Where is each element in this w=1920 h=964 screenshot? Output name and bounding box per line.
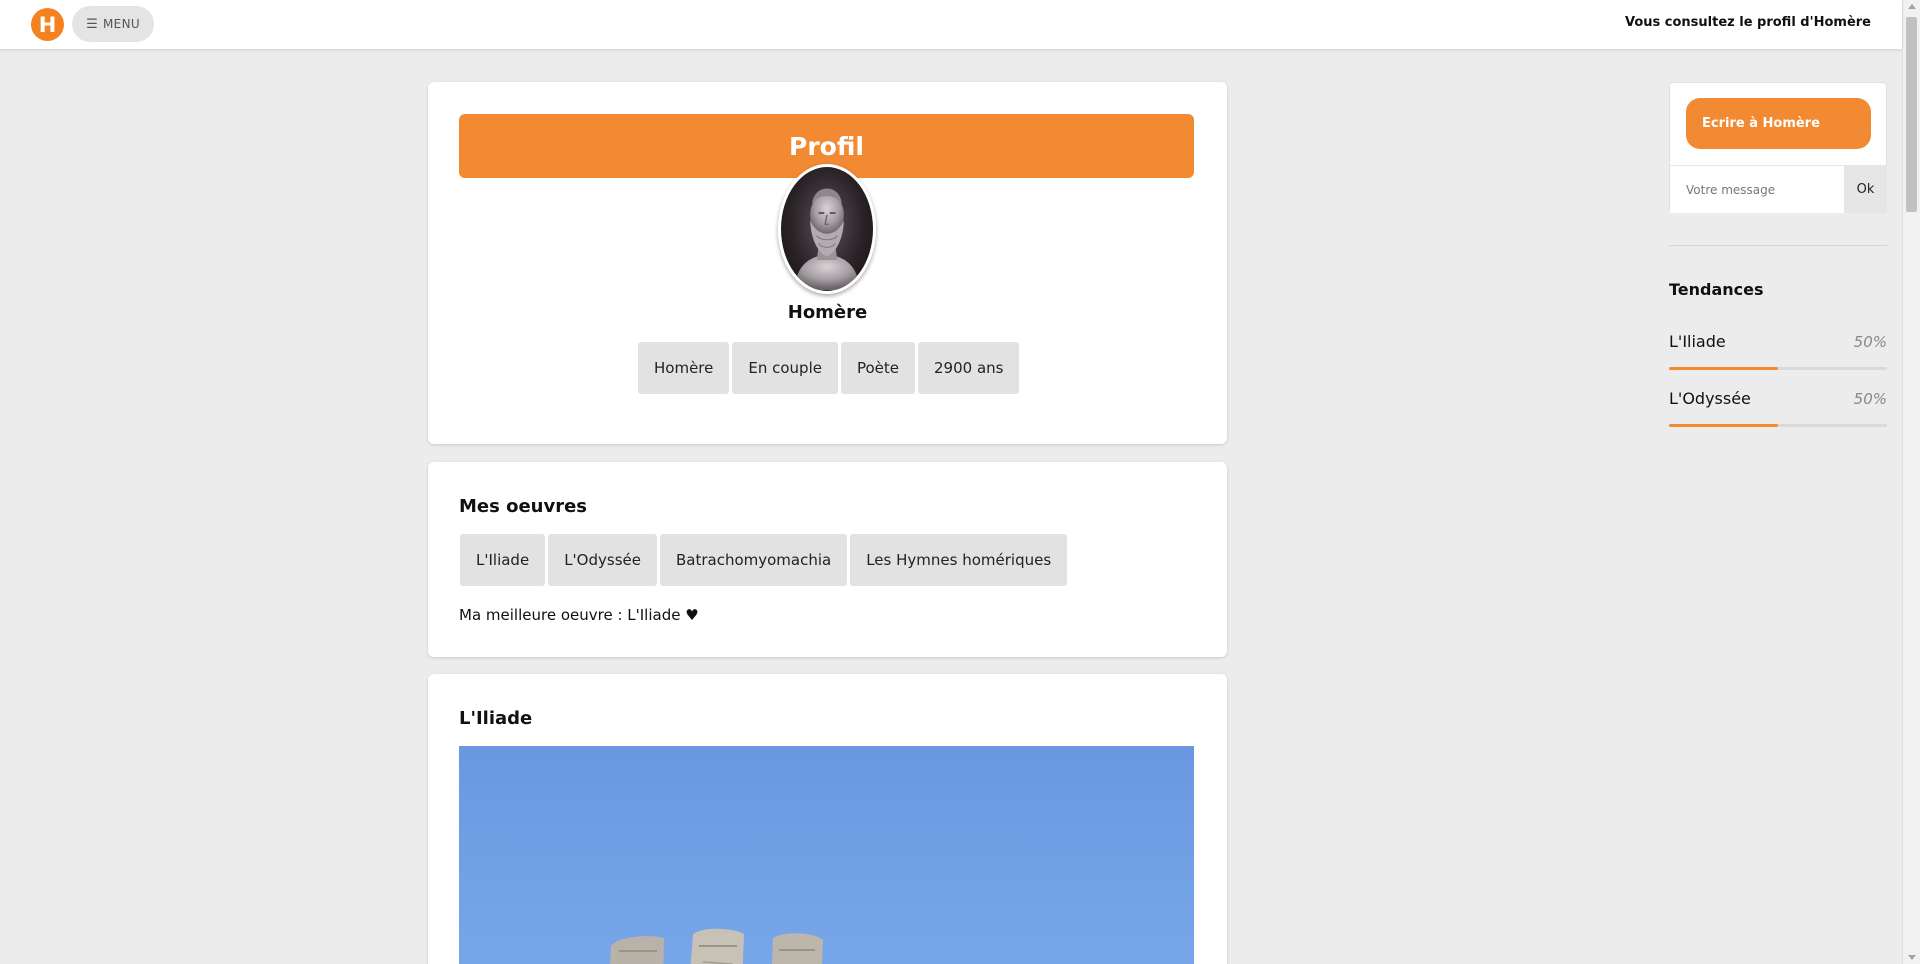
page-scrollbar[interactable]: [1902, 0, 1920, 964]
works-card: Mes oeuvres L'Iliade L'Odyssée Batrachom…: [428, 462, 1227, 657]
logo-letter: H: [38, 12, 57, 37]
trend-label: L'Odyssée: [1669, 389, 1751, 408]
trend-progress-track: [1669, 424, 1887, 427]
best-work-text: Ma meilleure oeuvre : L'Iliade ♥: [459, 606, 699, 624]
message-box: Ecrire à Homère Ok: [1669, 82, 1887, 213]
profile-card: Profil Homère Homère En couple Poète 290…: [428, 82, 1227, 444]
trend-progress-track: [1669, 367, 1887, 370]
scroll-down-icon[interactable]: [1908, 955, 1916, 960]
chip-name[interactable]: Homère: [638, 342, 730, 394]
trend-percent: 50%: [1853, 333, 1887, 351]
iliad-image: [459, 746, 1194, 964]
trend-progress-fill: [1669, 424, 1778, 427]
chip-age[interactable]: 2900 ans: [918, 342, 1020, 394]
scroll-thumb[interactable]: [1906, 17, 1917, 212]
chip-occupation[interactable]: Poète: [840, 342, 916, 394]
wooden-sculpture-image: [610, 928, 823, 964]
sidebar-divider: [1669, 245, 1887, 246]
work-chip-iliad[interactable]: L'Iliade: [460, 534, 546, 586]
message-input[interactable]: [1670, 165, 1844, 213]
write-to-homer-button[interactable]: Ecrire à Homère: [1686, 98, 1871, 149]
scroll-up-icon[interactable]: [1908, 4, 1916, 9]
profile-name: Homère: [787, 302, 868, 323]
works-chips: L'Iliade L'Odyssée Batrachomyomachia Les…: [460, 534, 1068, 586]
trend-item[interactable]: L'Iliade 50%: [1669, 332, 1887, 372]
avatar: [778, 164, 876, 294]
work-chip-odyssey[interactable]: L'Odyssée: [548, 534, 657, 586]
menu-label: MENU: [103, 17, 140, 31]
trend-item[interactable]: L'Odyssée 50%: [1669, 389, 1887, 429]
trend-percent: 50%: [1853, 390, 1887, 408]
work-chip-homeric-hymns[interactable]: Les Hymnes homériques: [850, 534, 1068, 586]
viewing-profile-text: Vous consultez le profil d'Homère: [1624, 15, 1871, 30]
iliad-card: L'Iliade: [428, 674, 1227, 964]
works-title: Mes oeuvres: [459, 496, 588, 517]
profile-header-title: Profil: [789, 131, 864, 161]
menu-button[interactable]: ☰ MENU: [72, 6, 154, 42]
trends-title: Tendances: [1669, 280, 1764, 299]
logo-icon[interactable]: H: [31, 8, 64, 41]
bust-portrait: [794, 188, 860, 291]
trend-label: L'Iliade: [1669, 332, 1726, 351]
work-chip-batrachomyomachia[interactable]: Batrachomyomachia: [659, 534, 848, 586]
iliad-title: L'Iliade: [459, 708, 533, 729]
trend-progress-fill: [1669, 367, 1778, 370]
chip-relationship[interactable]: En couple: [732, 342, 838, 394]
top-bar: H ☰ MENU Vous consultez le profil d'Homè…: [0, 0, 1902, 49]
profile-chips: Homère En couple Poète 2900 ans: [638, 342, 1020, 394]
send-ok-button[interactable]: Ok: [1844, 165, 1887, 213]
hamburger-icon: ☰: [86, 16, 99, 32]
